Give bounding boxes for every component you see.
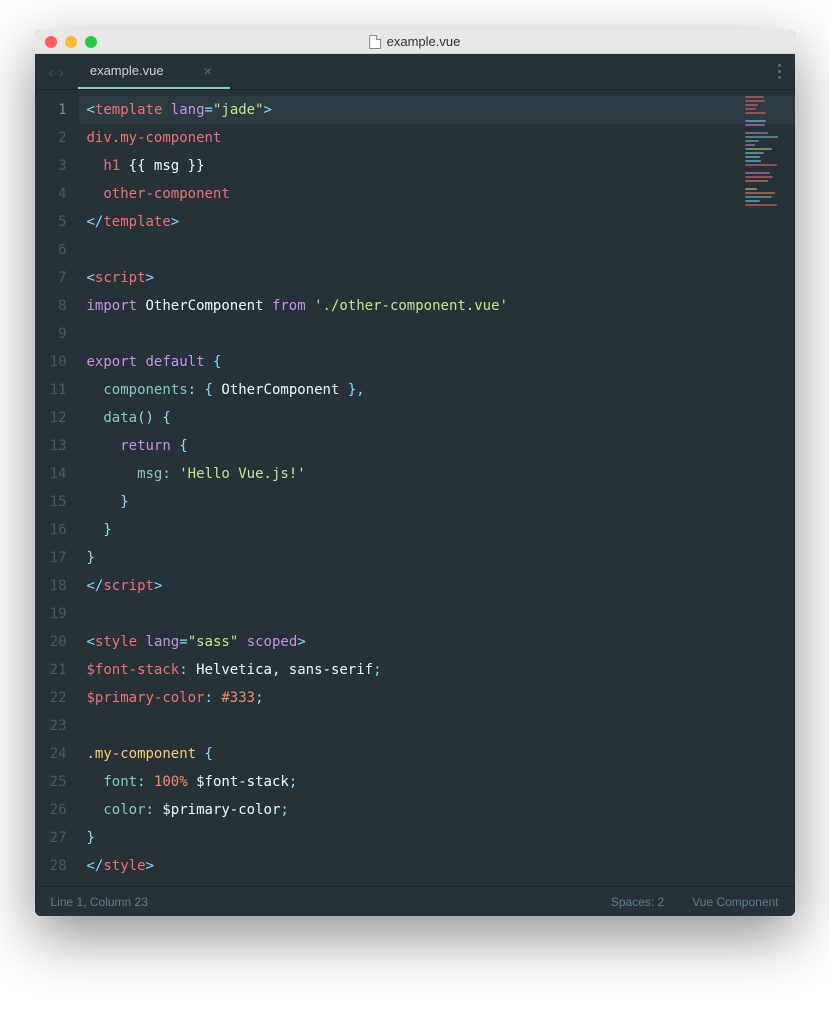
line-number[interactable]: 13 — [35, 432, 79, 460]
line-number[interactable]: 2 — [35, 124, 79, 152]
editor-area: 1234567891011121314151617181920212223242… — [35, 90, 795, 886]
line-number[interactable]: 18 — [35, 572, 79, 600]
code-line[interactable]: import OtherComponent from './other-comp… — [79, 292, 795, 320]
code-line[interactable]: </template> — [79, 208, 795, 236]
line-number[interactable]: 12 — [35, 404, 79, 432]
status-indent[interactable]: Spaces: 2 — [611, 895, 664, 909]
close-window-button[interactable] — [45, 36, 57, 48]
line-number[interactable]: 28 — [35, 852, 79, 880]
line-number[interactable]: 23 — [35, 712, 79, 740]
line-number[interactable]: 1 — [35, 96, 79, 124]
line-number[interactable]: 7 — [35, 264, 79, 292]
code-line[interactable]: } — [79, 488, 795, 516]
code-line[interactable]: data() { — [79, 404, 795, 432]
code-line[interactable]: color: $primary-color; — [79, 796, 795, 824]
titlebar-filename: example.vue — [387, 34, 461, 49]
line-number[interactable]: 6 — [35, 236, 79, 264]
code-line[interactable]: <template lang="jade"> — [79, 96, 795, 124]
tabbar: ‹ › example.vue × — [35, 54, 795, 90]
nav-forward-icon[interactable]: › — [59, 64, 64, 80]
line-number[interactable]: 11 — [35, 376, 79, 404]
minimize-window-button[interactable] — [65, 36, 77, 48]
titlebar-title: example.vue — [369, 34, 461, 49]
line-number[interactable]: 14 — [35, 460, 79, 488]
more-vertical-icon — [778, 64, 781, 79]
line-number[interactable]: 9 — [35, 320, 79, 348]
status-filetype[interactable]: Vue Component — [692, 895, 778, 909]
line-number[interactable]: 19 — [35, 600, 79, 628]
line-number[interactable]: 27 — [35, 824, 79, 852]
code-line[interactable]: .my-component { — [79, 740, 795, 768]
traffic-lights — [45, 36, 97, 48]
line-number-gutter: 1234567891011121314151617181920212223242… — [35, 90, 79, 886]
code-line[interactable]: export default { — [79, 348, 795, 376]
close-tab-icon[interactable]: × — [204, 63, 212, 79]
statusbar: Line 1, Column 23 Spaces: 2 Vue Componen… — [35, 886, 795, 916]
line-number[interactable]: 20 — [35, 628, 79, 656]
code-line[interactable]: } — [79, 516, 795, 544]
line-number[interactable]: 26 — [35, 796, 79, 824]
titlebar[interactable]: example.vue — [35, 30, 795, 54]
code-line[interactable]: <style lang="sass" scoped> — [79, 628, 795, 656]
tab-active[interactable]: example.vue × — [78, 54, 230, 89]
line-number[interactable]: 16 — [35, 516, 79, 544]
code-line[interactable]: </style> — [79, 852, 795, 880]
line-number[interactable]: 5 — [35, 208, 79, 236]
code-line[interactable] — [79, 712, 795, 740]
code-line[interactable]: <script> — [79, 264, 795, 292]
line-number[interactable]: 3 — [35, 152, 79, 180]
line-number[interactable]: 22 — [35, 684, 79, 712]
code-line[interactable]: font: 100% $font-stack; — [79, 768, 795, 796]
line-number[interactable]: 15 — [35, 488, 79, 516]
code-line[interactable]: } — [79, 544, 795, 572]
line-number[interactable]: 17 — [35, 544, 79, 572]
line-number[interactable]: 10 — [35, 348, 79, 376]
code-line[interactable]: div.my-component — [79, 124, 795, 152]
code-line[interactable] — [79, 320, 795, 348]
status-cursor-position[interactable]: Line 1, Column 23 — [51, 895, 148, 909]
line-number[interactable]: 25 — [35, 768, 79, 796]
line-number[interactable]: 8 — [35, 292, 79, 320]
line-number[interactable]: 24 — [35, 740, 79, 768]
code-line[interactable]: $primary-color: #333; — [79, 684, 795, 712]
code-line[interactable]: h1 {{ msg }} — [79, 152, 795, 180]
code-line[interactable]: </script> — [79, 572, 795, 600]
file-icon — [369, 35, 381, 49]
nav-arrows: ‹ › — [35, 54, 78, 89]
code-line[interactable]: } — [79, 824, 795, 852]
line-number[interactable]: 4 — [35, 180, 79, 208]
editor-window: example.vue ‹ › example.vue × 1234567891… — [35, 30, 795, 916]
code-editor[interactable]: <template lang="jade">div.my-component h… — [79, 90, 795, 886]
nav-back-icon[interactable]: ‹ — [49, 64, 54, 80]
tab-label: example.vue — [90, 63, 164, 78]
code-line[interactable]: msg: 'Hello Vue.js!' — [79, 460, 795, 488]
code-line[interactable]: return { — [79, 432, 795, 460]
tabbar-menu[interactable] — [764, 54, 795, 89]
code-line[interactable]: $font-stack: Helvetica, sans-serif; — [79, 656, 795, 684]
line-number[interactable]: 21 — [35, 656, 79, 684]
code-line[interactable] — [79, 600, 795, 628]
code-line[interactable]: components: { OtherComponent }, — [79, 376, 795, 404]
maximize-window-button[interactable] — [85, 36, 97, 48]
code-line[interactable]: other-component — [79, 180, 795, 208]
code-line[interactable] — [79, 236, 795, 264]
